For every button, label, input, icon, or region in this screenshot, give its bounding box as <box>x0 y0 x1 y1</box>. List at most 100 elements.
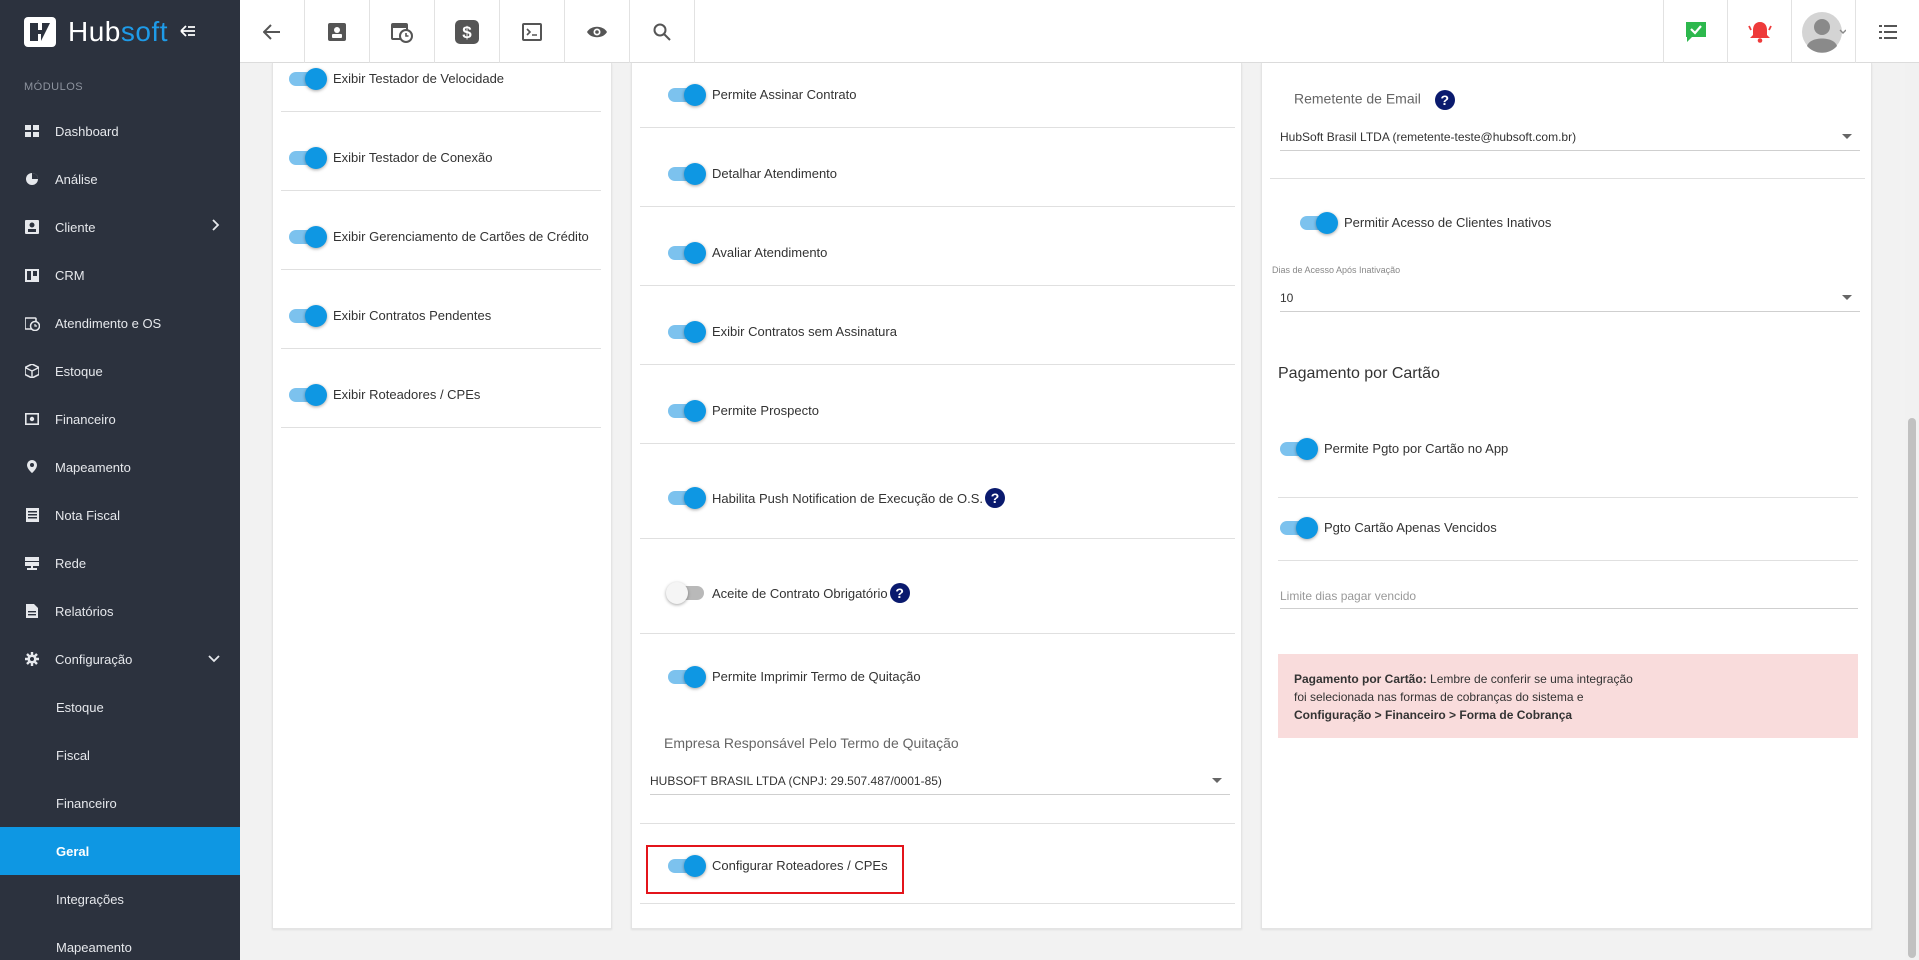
limite-dias-input[interactable]: Limite dias pagar vencido <box>1280 583 1858 609</box>
report-icon <box>24 603 40 619</box>
sidebar-item-dashboard[interactable]: Dashboard <box>0 107 240 155</box>
help-icon[interactable]: ? <box>889 583 910 603</box>
toggle-cartoes[interactable] <box>289 225 327 248</box>
sidebar-item-estoque[interactable]: Estoque <box>0 347 240 395</box>
toggle-row-avaliar-atendimento: Avaliar Atendimento <box>668 241 827 264</box>
sidebar-item-configuracao[interactable]: Configuração <box>0 635 240 683</box>
sidebar-item-relatorios[interactable]: Relatórios <box>0 587 240 635</box>
sidebar-subitem-mapeamento[interactable]: Mapeamento <box>0 923 240 960</box>
toggle-row-prospecto: Permite Prospecto <box>668 399 819 422</box>
toggle-detalhar-atendimento[interactable] <box>668 162 706 185</box>
page-scrollbar[interactable] <box>1905 63 1919 960</box>
arrow-left-icon <box>263 23 280 40</box>
toggle-avaliar-atendimento[interactable] <box>668 241 706 264</box>
toggle-row-clientes-inativos: Permitir Acesso de Clientes Inativos <box>1300 211 1551 234</box>
sidebar-item-rede[interactable]: Rede <box>0 539 240 587</box>
toggle-row-pgto-vencidos: Pgto Cartão Apenas Vencidos <box>1280 516 1497 539</box>
toggle-row-push-notification: Habilita Push Notification de Execução d… <box>668 487 1005 509</box>
toggle-roteadores[interactable] <box>289 383 327 406</box>
back-button[interactable] <box>240 0 305 63</box>
toggle-contratos-pendentes[interactable] <box>289 304 327 327</box>
highlight-box <box>646 845 904 894</box>
toggle-assinar-contrato[interactable] <box>668 83 706 106</box>
calendar-clock-icon <box>391 22 413 43</box>
server-icon <box>24 555 40 571</box>
eye-icon <box>587 26 607 37</box>
sidebar-item-mapeamento[interactable]: Mapeamento <box>0 443 240 491</box>
toggle-pgto-vencidos[interactable] <box>1280 516 1318 539</box>
toggle-conexao[interactable] <box>289 146 327 169</box>
toggle-contratos-sem-assinatura[interactable] <box>668 320 706 343</box>
toggle-aceite-contrato[interactable] <box>666 582 704 604</box>
scrollbar-thumb[interactable] <box>1908 418 1916 958</box>
sidebar-item-atendimento[interactable]: Atendimento e OS <box>0 299 240 347</box>
sidebar-item-financeiro[interactable]: Financeiro <box>0 395 240 443</box>
financeiro-button[interactable]: $ <box>435 0 500 63</box>
contact-card-icon <box>328 22 346 41</box>
atendimento-button[interactable] <box>370 0 435 63</box>
topbar: $ <box>240 0 1919 63</box>
sidebar-subitem-fiscal[interactable]: Fiscal <box>0 731 240 779</box>
sidebar-item-analise[interactable]: Análise <box>0 155 240 203</box>
sidebar: Hubsoft MÓDULOS Dashboard Análise Client… <box>0 0 240 960</box>
list-menu-button[interactable] <box>1855 0 1919 63</box>
help-icon[interactable]: ? <box>1434 90 1455 110</box>
gear-icon <box>24 651 40 667</box>
topbar-right <box>1663 0 1919 63</box>
sidebar-item-cliente[interactable]: Cliente <box>0 203 240 251</box>
brand[interactable]: Hubsoft <box>0 0 240 63</box>
chevron-right-icon <box>212 219 220 234</box>
help-icon[interactable]: ? <box>984 488 1005 508</box>
list-icon <box>1878 24 1897 39</box>
panel-app-permissions: Permite Assinar Contrato Detalhar Atendi… <box>631 63 1242 929</box>
remetente-select[interactable]: HubSoft Brasil LTDA (remetente-teste@hub… <box>1280 123 1860 151</box>
toggle-push-notification[interactable] <box>668 487 706 509</box>
sidebar-subitem-geral[interactable]: Geral <box>0 827 240 875</box>
svg-text:$: $ <box>462 23 472 42</box>
collapse-menu-icon[interactable] <box>180 21 196 42</box>
sidebar-item-crm[interactable]: CRM <box>0 251 240 299</box>
toggle-velocidade[interactable] <box>289 67 327 90</box>
sidebar-subitem-integracoes[interactable]: Integrações <box>0 875 240 923</box>
toggle-row-pgto-app: Permite Pgto por Cartão no App <box>1280 437 1508 460</box>
user-menu-button[interactable] <box>1791 0 1855 63</box>
sidebar-subitem-estoque[interactable]: Estoque <box>0 683 240 731</box>
toggle-pgto-app[interactable] <box>1280 437 1318 460</box>
calendar-clock-icon <box>24 315 40 331</box>
contact-card-icon <box>24 219 40 235</box>
toggle-row-contratos-sem-assinatura: Exibir Contratos sem Assinatura <box>668 320 897 343</box>
notifications-button[interactable] <box>1727 0 1791 63</box>
dias-label: Dias de Acesso Após Inativação <box>1272 265 1401 275</box>
toggle-row-aceite-contrato: Aceite de Contrato Obrigatório ? <box>666 582 910 604</box>
terminal-button[interactable] <box>500 0 565 63</box>
brand-name: Hubsoft <box>68 15 169 47</box>
toggle-clientes-inativos[interactable] <box>1300 211 1338 234</box>
sidebar-item-nota-fiscal[interactable]: Nota Fiscal <box>0 491 240 539</box>
toggle-row-contratos-pendentes: Exibir Contratos Pendentes <box>289 304 491 327</box>
section-title: MÓDULOS <box>24 81 84 93</box>
pie-chart-icon <box>24 171 40 187</box>
clients-button[interactable] <box>305 0 370 63</box>
money-icon <box>24 411 40 427</box>
caret-down-icon <box>1212 778 1222 783</box>
chevron-down-icon <box>208 651 220 666</box>
toggle-row-velocidade: Exibir Testador de Velocidade <box>289 67 504 90</box>
toggle-termo-quitacao[interactable] <box>668 665 706 688</box>
search-button[interactable] <box>630 0 695 63</box>
view-button[interactable] <box>565 0 630 63</box>
sidebar-subitem-financeiro[interactable]: Financeiro <box>0 779 240 827</box>
dollar-icon: $ <box>455 19 479 44</box>
toggle-row-conexao: Exibir Testador de Conexão <box>289 146 492 169</box>
avatar-icon <box>1801 11 1846 53</box>
dias-select[interactable]: 10 <box>1280 284 1860 312</box>
messages-button[interactable] <box>1663 0 1727 63</box>
chat-check-icon <box>1685 21 1706 42</box>
empresa-select[interactable]: HUBSOFT BRASIL LTDA (CNPJ: 29.507.487/00… <box>650 767 1230 795</box>
terminal-icon <box>522 22 542 41</box>
toggle-prospecto[interactable] <box>668 399 706 422</box>
toggle-row-cartoes: Exibir Gerenciamento de Cartões de Crédi… <box>289 225 589 248</box>
search-icon <box>653 23 671 41</box>
dashboard-icon <box>24 123 40 139</box>
cartao-heading: Pagamento por Cartão <box>1278 365 1440 382</box>
toggle-row-detalhar-atendimento: Detalhar Atendimento <box>668 162 837 185</box>
